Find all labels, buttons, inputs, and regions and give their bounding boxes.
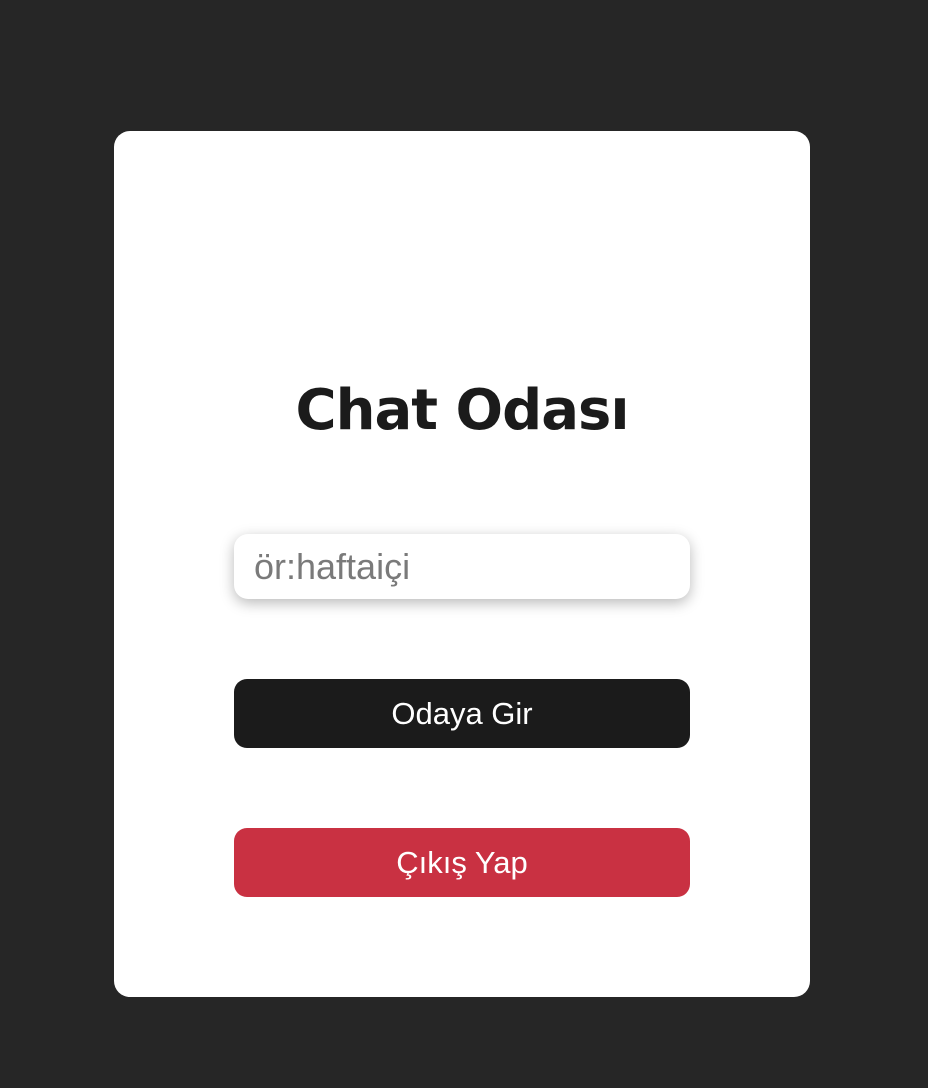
room-name-input[interactable] <box>234 534 690 599</box>
page-title: Chat Odası <box>295 378 629 443</box>
logout-button[interactable]: Çıkış Yap <box>234 828 690 897</box>
enter-room-button[interactable]: Odaya Gir <box>234 679 690 748</box>
